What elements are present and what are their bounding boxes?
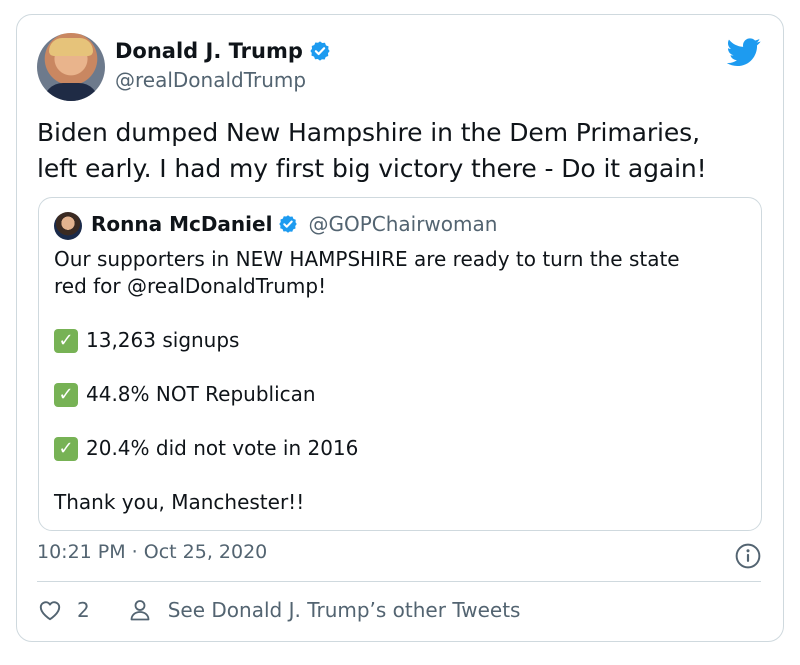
check-mark-icon: ✓ [54,382,78,407]
quoted-author-handle[interactable]: @GOPChairwoman [308,212,497,236]
quoted-closing-line: Thank you, Manchester!! [54,490,305,514]
tweet-text: Biden dumped New Hampshire in the Dem Pr… [37,115,767,187]
quoted-author-name[interactable]: Ronna McDaniel [91,212,272,236]
person-icon [130,600,150,621]
author-name[interactable]: Donald J. Trump [115,39,303,63]
see-other-tweets-link[interactable]: See Donald J. Trump’s other Tweets [168,598,521,622]
check-item: ✓ 13,263 signups [54,327,744,354]
quoted-tweet-body: Our supporters in NEW HAMPSHIRE are read… [54,246,744,516]
check-item-text: 44.8% NOT Republican [86,382,316,406]
info-icon[interactable] [735,543,761,569]
check-item-text: 20.4% did not vote in 2016 [86,436,359,460]
author-name-row: Donald J. Trump [115,39,331,63]
quoted-tweet[interactable]: Ronna McDaniel @GOPChairwoman Our suppor… [38,197,762,531]
check-mark-icon: ✓ [54,328,78,353]
author-avatar[interactable] [37,33,105,101]
check-item: ✓ 20.4% did not vote in 2016 [54,435,744,462]
check-mark-icon: ✓ [54,436,78,461]
tweet-text-line: left early. I had my first big victory t… [37,154,707,183]
author-handle[interactable]: @realDonaldTrump [115,68,306,92]
verified-badge-icon [310,41,330,61]
verified-badge-icon [279,215,298,233]
quoted-author-row: Ronna McDaniel @GOPChairwoman [91,212,497,236]
divider [37,581,761,582]
avatar-hair [49,38,93,56]
like-count[interactable]: 2 [77,598,90,622]
avatar-suit [43,83,99,101]
twitter-logo-icon[interactable] [727,35,761,69]
tweet-text-line: Biden dumped New Hampshire in the Dem Pr… [37,118,700,147]
tweet-timestamp[interactable]: 10:21 PM · Oct 25, 2020 [37,541,267,563]
heart-icon[interactable] [37,597,63,623]
tweet-card: Donald J. Trump @realDonaldTrump Biden d… [16,14,784,642]
quoted-author-avatar[interactable] [54,212,82,240]
check-item-text: 13,263 signups [86,328,240,352]
quoted-text-line: red for @realDonaldTrump! [54,274,327,298]
check-item: ✓ 44.8% NOT Republican [54,381,744,408]
tweet-actions: 2 See Donald J. Trump’s other Tweets [37,597,520,623]
quoted-text-line: Our supporters in NEW HAMPSHIRE are read… [54,247,680,271]
